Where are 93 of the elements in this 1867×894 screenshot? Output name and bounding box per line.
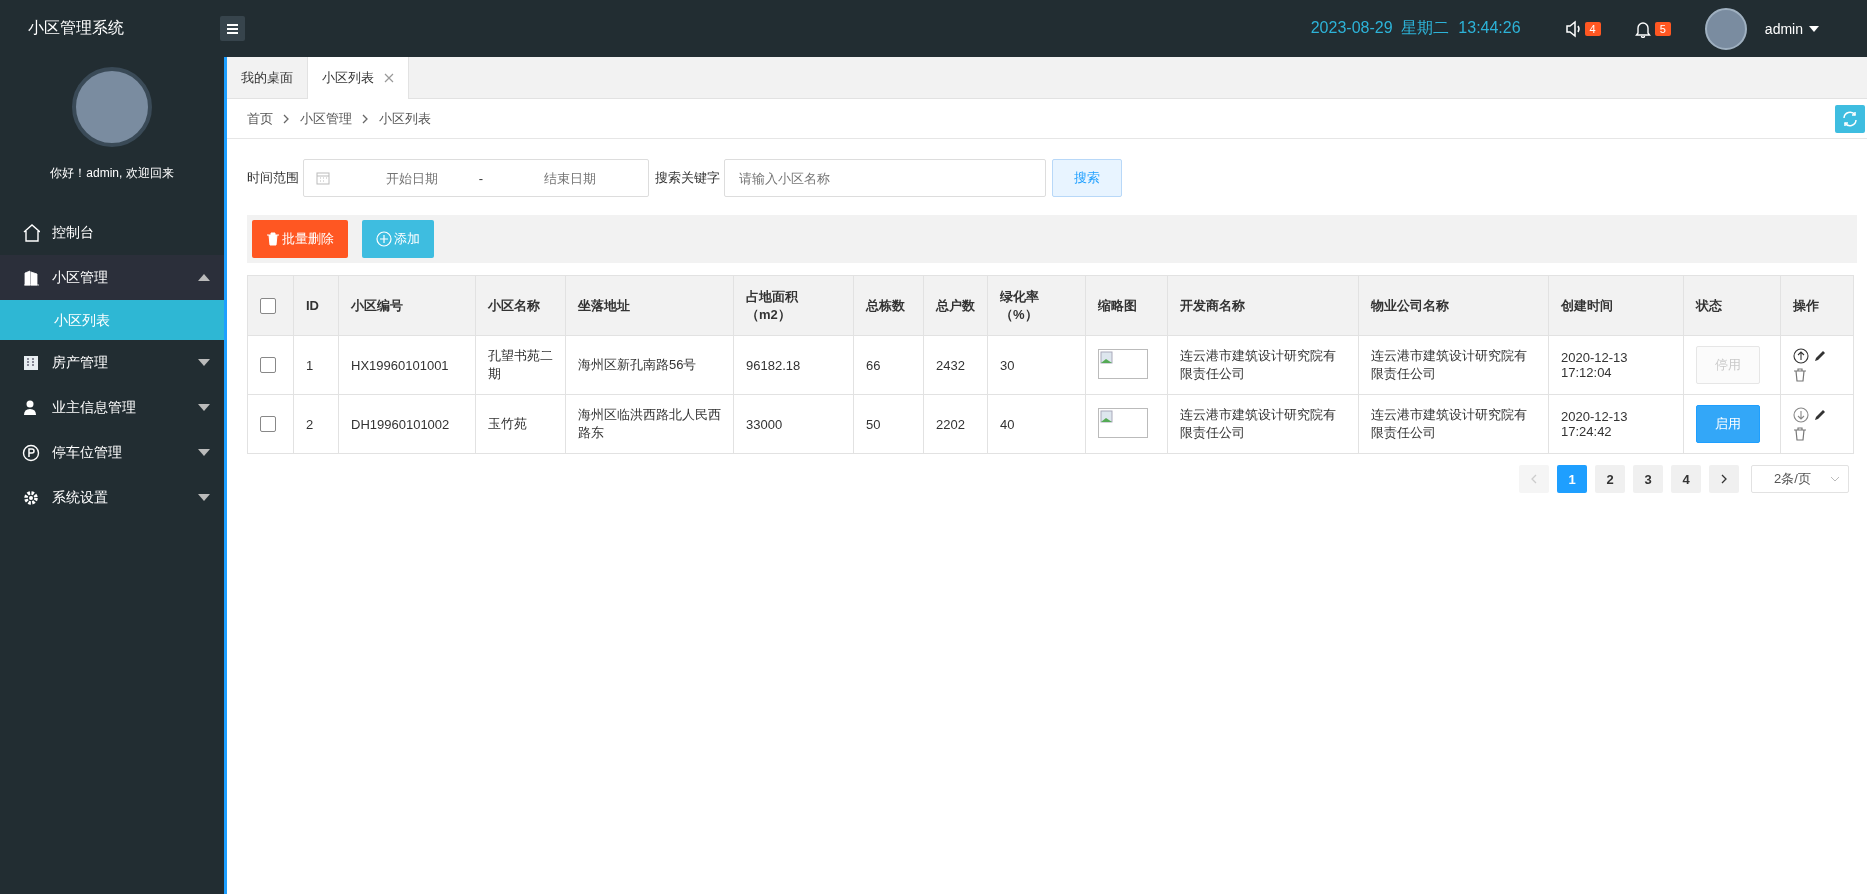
- trash-icon[interactable]: [1793, 368, 1807, 382]
- table-cell: 连云港市建筑设计研究院有限责任公司: [1371, 348, 1527, 381]
- search-field[interactable]: 请输入小区名称: [724, 159, 1046, 197]
- column-header: 绿化率（%）: [1000, 288, 1039, 322]
- caret-icon: [198, 449, 210, 456]
- breadcrumb-link[interactable]: 小区列表: [379, 109, 431, 128]
- table-cell: 50: [866, 416, 881, 432]
- nav-item[interactable]: 停车位管理: [0, 430, 224, 475]
- caret-icon: [1809, 25, 1819, 32]
- table-cell: 40: [1000, 416, 1015, 432]
- broken-image-icon: [1098, 407, 1148, 438]
- table-cell: 96182.18: [746, 357, 801, 373]
- chevron-left-icon: [1530, 474, 1538, 484]
- page-size-select[interactable]: 2条/页: [1751, 465, 1849, 493]
- chevron-icon: [283, 113, 290, 124]
- broken-image-icon: [1098, 348, 1148, 379]
- column-header: 状态: [1696, 297, 1722, 313]
- trash-icon[interactable]: [1793, 427, 1807, 441]
- page-button[interactable]: 2: [1595, 465, 1625, 493]
- chevron-down-icon: [1830, 476, 1840, 482]
- table-cell: 2: [306, 416, 314, 432]
- column-header: 缩略图: [1098, 297, 1137, 313]
- column-header: 坐落地址: [578, 297, 630, 313]
- app-title: 小区管理系统: [28, 19, 124, 36]
- table-cell: 海州区新孔南路56号: [578, 357, 697, 372]
- parking-icon: [22, 442, 40, 463]
- nav-item[interactable]: 业主信息管理: [0, 385, 224, 430]
- tab[interactable]: 小区列表: [308, 57, 409, 99]
- column-header: 小区名称: [488, 297, 540, 313]
- column-header: 创建时间: [1561, 297, 1613, 313]
- table-cell: 玉竹苑: [488, 416, 527, 431]
- greeting-text: 你好！admin, 欢迎回来: [50, 165, 174, 182]
- column-header: 总户数: [936, 297, 975, 313]
- table-cell: 连云港市建筑设计研究院有限责任公司: [1180, 407, 1336, 440]
- plus-circle-icon: [376, 231, 392, 247]
- pencil-icon[interactable]: [1813, 349, 1827, 363]
- field-label: 搜索关键字: [655, 169, 720, 187]
- table-cell: 30: [1000, 357, 1015, 373]
- speaker-icon[interactable]: [1564, 19, 1581, 38]
- table-cell: HX19960101001: [351, 357, 449, 373]
- avatar: [1704, 7, 1747, 50]
- caret-icon: [198, 274, 210, 281]
- column-header: 物业公司名称: [1371, 297, 1449, 313]
- table-cell: 66: [866, 357, 881, 373]
- table-cell: 孔望书苑二期: [488, 348, 553, 381]
- nav-item[interactable]: 系统设置: [0, 475, 224, 520]
- breadcrumb-link[interactable]: 首页: [247, 109, 273, 128]
- count-badge: 4: [1584, 21, 1601, 36]
- table-cell: 连云港市建筑设计研究院有限责任公司: [1371, 407, 1527, 440]
- nav-item[interactable]: 小区管理: [0, 255, 224, 300]
- count-badge: 5: [1654, 21, 1671, 36]
- user-menu[interactable]: admin: [1764, 20, 1819, 37]
- breadcrumb-link[interactable]: 小区管理: [300, 109, 352, 128]
- nav-item[interactable]: 房产管理: [0, 340, 224, 385]
- page-button[interactable]: 4: [1671, 465, 1701, 493]
- menu-icon[interactable]: [220, 16, 245, 41]
- caret-icon: [198, 404, 210, 411]
- nav-item[interactable]: 控制台: [0, 210, 224, 255]
- close-icon[interactable]: [384, 73, 394, 83]
- table-cell: 海州区临洪西路北人民西路东: [578, 407, 721, 440]
- bell-icon[interactable]: [1634, 19, 1651, 38]
- checkbox[interactable]: [260, 297, 276, 314]
- column-header: 开发商名称: [1180, 297, 1245, 313]
- chevron-right-icon: [1720, 474, 1728, 484]
- refresh-icon[interactable]: [1835, 104, 1865, 133]
- field-label: 时间范围: [247, 169, 299, 187]
- table-cell: DH19960101002: [351, 416, 450, 432]
- trash-icon: [266, 232, 280, 246]
- caret-icon: [198, 494, 210, 501]
- table-cell: 2020-12-13 17:12:04: [1561, 350, 1628, 380]
- column-header: ID: [306, 298, 319, 313]
- column-header: 总栋数: [866, 297, 905, 313]
- table-cell: 33000: [746, 416, 783, 432]
- column-header: 操作: [1793, 297, 1819, 313]
- column-header: 占地面积（m2）: [746, 288, 798, 322]
- home-icon: [22, 222, 40, 243]
- checkbox[interactable]: [260, 416, 276, 433]
- chevron-icon: [362, 113, 369, 124]
- table-cell: 2432: [936, 357, 965, 373]
- checkbox[interactable]: [260, 357, 276, 374]
- table-cell: 连云港市建筑设计研究院有限责任公司: [1180, 348, 1336, 381]
- date-time: 2023-08-29 星期二 13:44:26: [1310, 18, 1521, 38]
- next-page-button[interactable]: [1709, 465, 1739, 493]
- table-cell: 1: [306, 357, 314, 373]
- calendar-icon: [316, 171, 330, 185]
- building-icon: [22, 267, 40, 288]
- caret-icon: [198, 359, 210, 366]
- pencil-icon[interactable]: [1813, 408, 1827, 422]
- table-cell: 2202: [936, 416, 965, 432]
- page-button[interactable]: 3: [1633, 465, 1663, 493]
- date-range-field[interactable]: 开始日期 - 结束日期: [303, 159, 649, 197]
- table-cell: 2020-12-13 17:24:42: [1561, 409, 1628, 439]
- column-header: 小区编号: [351, 297, 403, 313]
